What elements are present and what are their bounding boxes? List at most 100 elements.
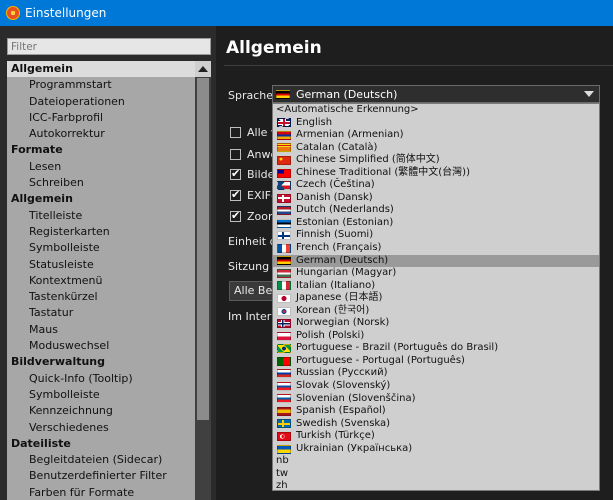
title-divider — [224, 65, 613, 66]
language-select-value: German (Deutsch) — [296, 87, 398, 101]
language-option[interactable]: Czech (Čeština) — [273, 179, 599, 192]
language-option[interactable]: nb — [273, 455, 599, 468]
br-flag-icon — [277, 344, 291, 354]
tree-item[interactable]: Statusleiste — [7, 257, 195, 273]
language-option[interactable]: Portuguese - Portugal (Português) — [273, 355, 599, 368]
sidebar-scrollbar[interactable] — [195, 61, 211, 500]
language-option[interactable]: Estonian (Estonian) — [273, 217, 599, 230]
tree-item[interactable]: Moduswechsel — [7, 338, 195, 354]
tree-category[interactable]: Bildverwaltung — [7, 354, 195, 370]
language-option-label: English — [296, 116, 333, 128]
language-option[interactable]: Chinese Traditional (繁體中文(台灣)) — [273, 167, 599, 180]
language-option-label: Estonian (Estonian) — [296, 216, 394, 228]
language-option-label: Polish (Polski) — [296, 329, 365, 341]
tree-item[interactable]: ICC-Farbprofil — [7, 110, 195, 126]
language-option[interactable]: Chinese Simplified (简体中文) — [273, 154, 599, 167]
ru-flag-icon — [277, 369, 291, 379]
tree-item[interactable]: Symbolleiste — [7, 387, 195, 403]
language-option[interactable]: Danish (Dansk) — [273, 192, 599, 205]
si-flag-icon — [277, 394, 291, 404]
language-option[interactable]: <Automatische Erkennung> — [273, 104, 599, 117]
language-option-label: Chinese Traditional (繁體中文(台灣)) — [296, 166, 470, 178]
tree-category[interactable]: Dateiliste — [7, 436, 195, 452]
language-option[interactable]: Polish (Polski) — [273, 330, 599, 343]
tree-category[interactable]: Formate — [7, 142, 195, 158]
tree-item[interactable]: Maus — [7, 322, 195, 338]
tree-item[interactable]: Dateioperationen — [7, 94, 195, 110]
language-option-label: Hungarian (Magyar) — [296, 267, 397, 279]
fr-flag-icon — [277, 243, 291, 253]
tree-item[interactable]: Quick-Info (Tooltip) — [7, 371, 195, 387]
tree-item[interactable]: Autokorrektur — [7, 126, 195, 142]
language-option-label: Italian (Italiano) — [296, 279, 376, 291]
tree-item[interactable]: Begleitdateien (Sidecar) — [7, 452, 195, 468]
language-option[interactable]: Dutch (Nederlands) — [273, 204, 599, 217]
language-option[interactable]: Turkish (Türkçe) — [273, 430, 599, 443]
language-option-label: Turkish (Türkçe) — [296, 430, 375, 442]
ua-flag-icon — [277, 444, 291, 454]
language-option[interactable]: Armenian (Armenian) — [273, 129, 599, 142]
tr-flag-icon — [277, 431, 291, 441]
language-option[interactable]: Italian (Italiano) — [273, 280, 599, 293]
scrollbar-thumb[interactable] — [197, 78, 209, 420]
language-option[interactable]: Portuguese - Brazil (Português do Brasil… — [273, 342, 599, 355]
checkbox-1[interactable] — [230, 127, 241, 138]
language-option[interactable]: Ukrainian (Українська) — [273, 443, 599, 456]
window-title: Einstellungen — [25, 6, 107, 20]
scroll-up-icon[interactable] — [195, 61, 211, 77]
language-option[interactable]: Catalan (Català) — [273, 142, 599, 155]
page-title: Allgemein — [226, 38, 322, 58]
no-flag-icon — [277, 319, 291, 329]
tree-item[interactable]: Benutzerdefinierter Filter — [7, 468, 195, 484]
language-option[interactable]: tw — [273, 468, 599, 481]
language-option-label: nb — [276, 455, 289, 467]
language-select[interactable]: German (Deutsch) — [272, 85, 600, 103]
language-option[interactable]: Swedish (Svenska) — [273, 418, 599, 431]
checkbox-2[interactable] — [230, 149, 241, 160]
language-option[interactable]: Korean (한국어) — [273, 305, 599, 318]
language-option[interactable]: French (Français) — [273, 242, 599, 255]
language-option[interactable]: Spanish (Español) — [273, 405, 599, 418]
language-option[interactable]: Japanese (日本語) — [273, 292, 599, 305]
gb-flag-icon — [277, 118, 291, 128]
tree-item[interactable]: Tastatur — [7, 305, 195, 321]
settings-tree: Allgemein Programmstart Dateioperationen IC… — [7, 61, 195, 500]
language-option-label: <Automatische Erkennung> — [276, 104, 419, 115]
tree-item[interactable]: Programmstart — [7, 77, 195, 93]
filter-input[interactable] — [7, 38, 211, 55]
hu-flag-icon — [277, 268, 291, 278]
language-option[interactable]: English — [273, 117, 599, 130]
chevron-down-icon[interactable] — [584, 91, 594, 97]
language-option[interactable]: zh — [273, 480, 599, 490]
language-option[interactable]: Slovak (Slovenský) — [273, 380, 599, 393]
tree-item[interactable]: Lesen — [7, 159, 195, 175]
tree-item[interactable]: Kennzeichnung — [7, 403, 195, 419]
tree-item[interactable]: Titelleiste — [7, 208, 195, 224]
tree-category[interactable]: Allgemein — [7, 191, 195, 207]
checkbox-4-label: EXIF- — [247, 189, 276, 202]
language-option[interactable]: Hungarian (Magyar) — [273, 267, 599, 280]
checkbox-3[interactable] — [230, 167, 241, 180]
tree-item[interactable]: Tastenkürzel — [7, 289, 195, 305]
fi-flag-icon — [277, 231, 291, 241]
tree-item[interactable]: Schreiben — [7, 175, 195, 191]
language-option[interactable]: Finnish (Suomi) — [273, 229, 599, 242]
language-option-label: Catalan (Català) — [296, 141, 378, 153]
language-option[interactable]: Norwegian (Norsk) — [273, 317, 599, 330]
jp-flag-icon — [277, 293, 291, 303]
language-option-label: Danish (Dansk) — [296, 191, 373, 203]
app-icon — [6, 6, 20, 20]
tree-item[interactable]: Registerkarten — [7, 224, 195, 240]
tree-item[interactable]: Verschiedenes — [7, 420, 195, 436]
tree-item[interactable]: Kontextmenü — [7, 273, 195, 289]
tree-item[interactable]: Farben für Formate — [7, 485, 195, 500]
tree-item[interactable]: Symbolleiste — [7, 240, 195, 256]
language-option[interactable]: Slovenian (Slovenščina) — [273, 393, 599, 406]
tree-category[interactable]: Allgemein — [7, 61, 195, 78]
language-option[interactable]: German (Deutsch) — [273, 254, 599, 268]
language-option[interactable]: Russian (Русский) — [273, 367, 599, 380]
language-option-label: Czech (Čeština) — [296, 179, 375, 191]
checkbox-4[interactable] — [230, 188, 241, 201]
language-option-label: Armenian (Armenian) — [296, 129, 404, 141]
checkbox-5[interactable] — [230, 209, 241, 222]
